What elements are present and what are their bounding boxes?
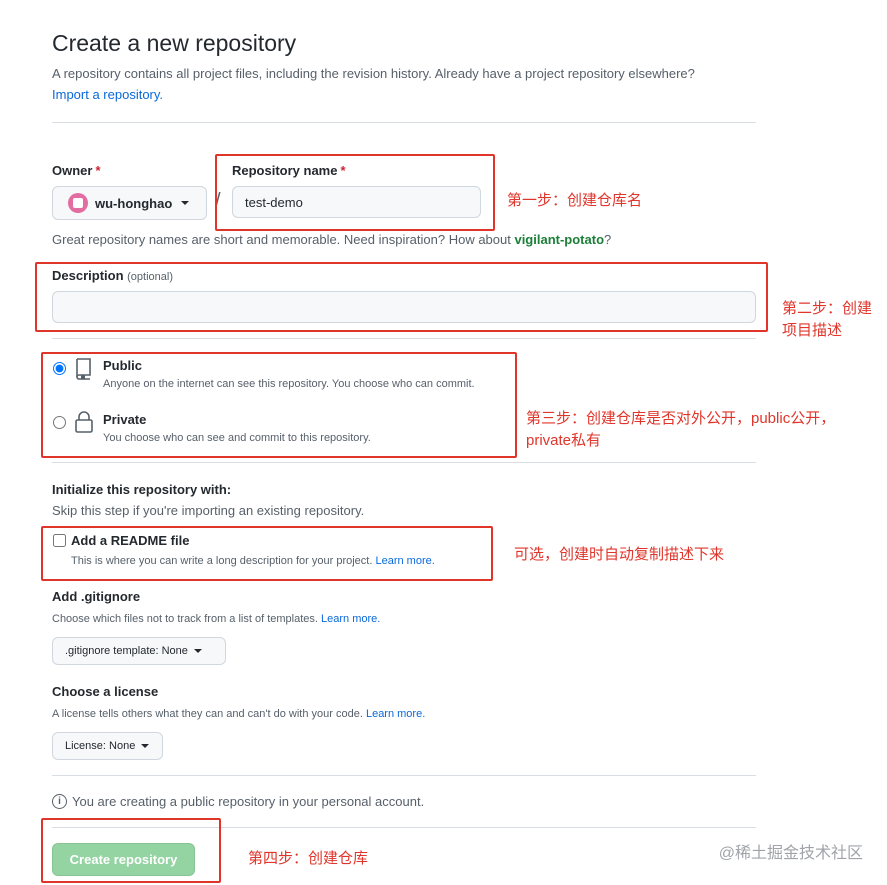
visibility-info: i You are creating a public repository i… <box>52 794 424 809</box>
annotation-step2-line2: 项目描述 <box>782 322 843 339</box>
owner-label: Owner * <box>52 163 101 178</box>
annotation-box-repo-name <box>215 154 495 231</box>
annotation-step4: 第四步：创建仓库 <box>248 850 369 867</box>
init-title: Initialize this repository with: <box>52 482 232 497</box>
annotation-optional: 可选，创建时自动复制描述下来 <box>514 546 725 563</box>
import-repository-link[interactable]: Import a repository. <box>52 87 163 102</box>
annotation-box-create <box>41 818 221 883</box>
annotation-box-visibility <box>41 352 517 458</box>
annotation-step1: 第一步：创建仓库名 <box>507 192 643 209</box>
gitignore-title: Add .gitignore <box>52 589 141 604</box>
annotation-box-readme <box>41 526 493 581</box>
init-desc: Skip this step if you're importing an ex… <box>52 503 365 518</box>
annotation-step3-line1: 第三步：创建仓库是否对外公开，public公开， <box>526 410 836 427</box>
watermark: @稀土掘金技术社区 <box>718 845 863 862</box>
license-title: Choose a license <box>52 684 159 699</box>
license-desc: A license tells others what they can and… <box>52 708 426 720</box>
license-learn-more-link[interactable]: Learn more. <box>366 708 425 720</box>
gitignore-learn-more-link[interactable]: Learn more. <box>321 613 380 625</box>
page-title: Create a new repository <box>52 30 297 56</box>
divider <box>52 462 756 463</box>
name-suggestion[interactable]: vigilant-potato <box>514 232 604 247</box>
caret-down-icon <box>141 744 150 748</box>
divider <box>52 122 756 123</box>
owner-value: wu-honghao <box>95 195 173 211</box>
annotation-box-description <box>35 262 768 332</box>
page-subtitle: A repository contains all project files,… <box>52 66 695 81</box>
annotation-step3-line2: private私有 <box>526 432 602 449</box>
repo-name-hint: Great repository names are short and mem… <box>52 232 612 247</box>
info-icon: i <box>52 794 67 809</box>
divider <box>52 338 756 339</box>
caret-down-icon <box>181 201 190 205</box>
license-select[interactable]: License: None <box>52 732 163 760</box>
gitignore-desc: Choose which files not to track from a l… <box>52 613 381 625</box>
gitignore-template-select[interactable]: .gitignore template: None <box>52 637 226 665</box>
annotation-step2-line1: 第二步：创建 <box>782 300 873 317</box>
owner-dropdown[interactable]: wu-honghao <box>52 186 207 220</box>
divider <box>52 775 756 776</box>
avatar <box>68 193 88 213</box>
caret-down-icon <box>193 649 202 653</box>
